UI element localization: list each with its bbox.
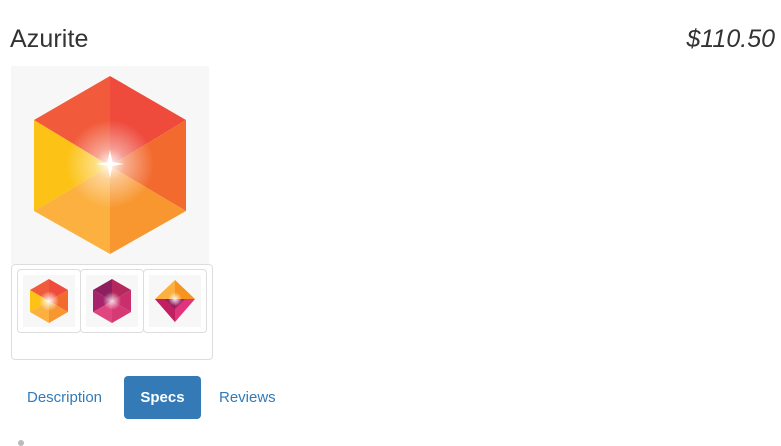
product-price: $110.50 (686, 25, 775, 53)
tab-reviews[interactable]: Reviews (201, 376, 295, 419)
thumbnail-magenta-gem[interactable] (80, 269, 144, 333)
orange-hexagon-gem-thumbnail (30, 279, 68, 323)
tab-specs[interactable]: Specs (124, 376, 201, 419)
product-page: Azurite $110.50 Description Specs Review… (0, 0, 781, 446)
partial-bullet-icon (18, 440, 24, 446)
thumbnail-diamond-gem[interactable] (143, 269, 207, 333)
thumbnail-gallery (11, 264, 213, 360)
magenta-hexagon-gem-thumbnail (93, 279, 131, 323)
product-tabs: Description Specs Reviews (11, 376, 295, 419)
product-name: Azurite (10, 25, 89, 53)
diamond-gem-thumbnail (155, 280, 195, 322)
main-product-image (11, 66, 209, 264)
orange-hexagon-gem-icon (34, 76, 186, 254)
thumbnail-orange-gem[interactable] (17, 269, 81, 333)
tab-description[interactable]: Description (11, 376, 123, 419)
